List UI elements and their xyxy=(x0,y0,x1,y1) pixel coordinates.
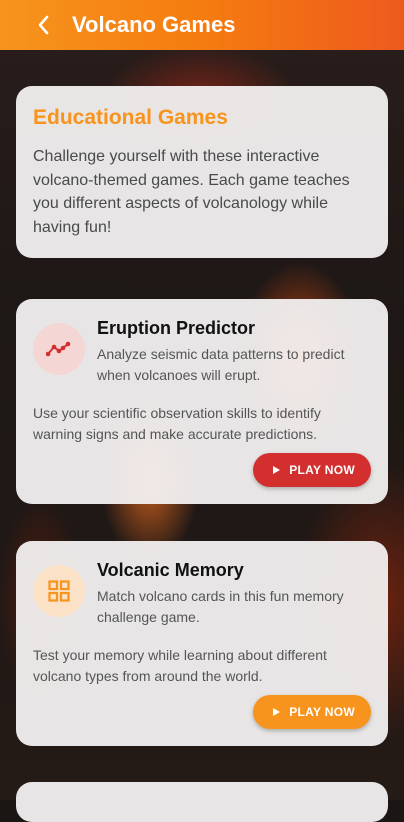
game-card-volcanic-memory[interactable]: Volcanic Memory Match volcano cards in t… xyxy=(16,541,388,746)
play-now-button[interactable]: PLAY NOW xyxy=(253,453,371,487)
play-now-label: PLAY NOW xyxy=(289,463,355,477)
app-bar: Volcano Games xyxy=(0,0,404,50)
game-card-eruption-predictor[interactable]: Eruption Predictor Analyze seismic data … xyxy=(16,299,388,504)
intro-title: Educational Games xyxy=(33,106,228,129)
trending-line-icon xyxy=(46,341,71,357)
game-icon-circle xyxy=(33,323,85,375)
game-description: Use your scientific observation skills t… xyxy=(33,405,321,442)
page-title: Volcano Games xyxy=(72,12,236,37)
intro-text: Challenge yourself with these interactiv… xyxy=(33,148,350,236)
game-icon-circle xyxy=(33,565,85,617)
arrow-back-icon xyxy=(38,15,49,35)
play-now-button[interactable]: PLAY NOW xyxy=(253,695,371,729)
intro-card: Educational Games Challenge yourself wit… xyxy=(16,86,388,258)
game-subtitle: Analyze seismic data patterns to predict… xyxy=(97,346,345,383)
play-arrow-icon xyxy=(273,466,281,474)
game-subtitle: Match volcano cards in this fun memory c… xyxy=(97,588,344,625)
back-button[interactable] xyxy=(24,5,64,45)
play-arrow-icon xyxy=(273,708,281,716)
game-title: Volcanic Memory xyxy=(97,560,244,580)
game-description: Test your memory while learning about di… xyxy=(33,647,327,684)
play-now-label: PLAY NOW xyxy=(289,705,355,719)
game-title: Eruption Predictor xyxy=(97,318,256,338)
grid-icon xyxy=(48,580,70,602)
game-card-partial[interactable] xyxy=(16,782,388,822)
